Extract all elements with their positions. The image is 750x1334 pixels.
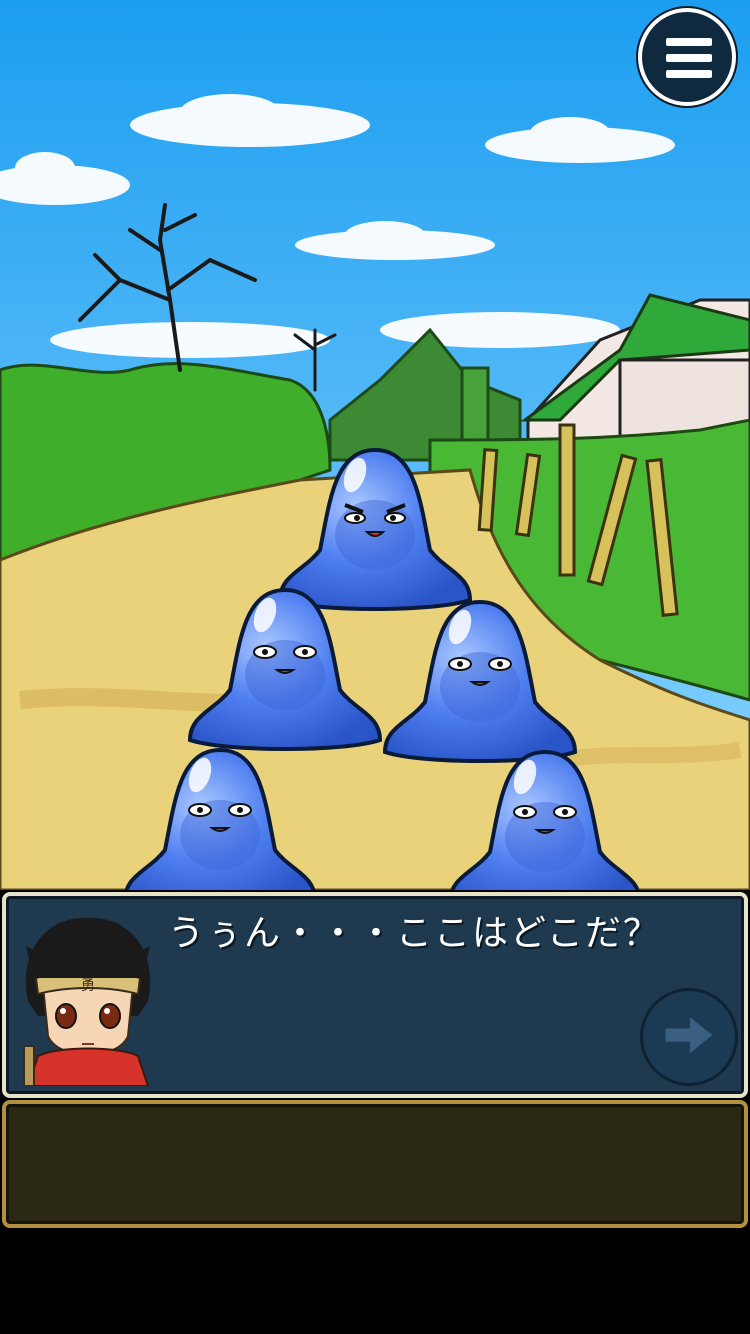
menu-button[interactable] bbox=[638, 8, 736, 106]
arrow-right-icon bbox=[665, 1017, 713, 1053]
game-screen: 勇 うぅん・・・ここはどこだ？ bbox=[0, 0, 750, 1334]
svg-text:勇: 勇 bbox=[81, 978, 95, 994]
next-button[interactable] bbox=[640, 988, 738, 1086]
hero-portrait: 勇 bbox=[23, 916, 151, 1086]
dialog-box[interactable]: 勇 うぅん・・・ここはどこだ？ bbox=[2, 892, 748, 1098]
dialog-text: うぅん・・・ここはどこだ？ bbox=[168, 913, 661, 954]
scene-background bbox=[0, 0, 750, 890]
message-box bbox=[2, 1100, 748, 1228]
